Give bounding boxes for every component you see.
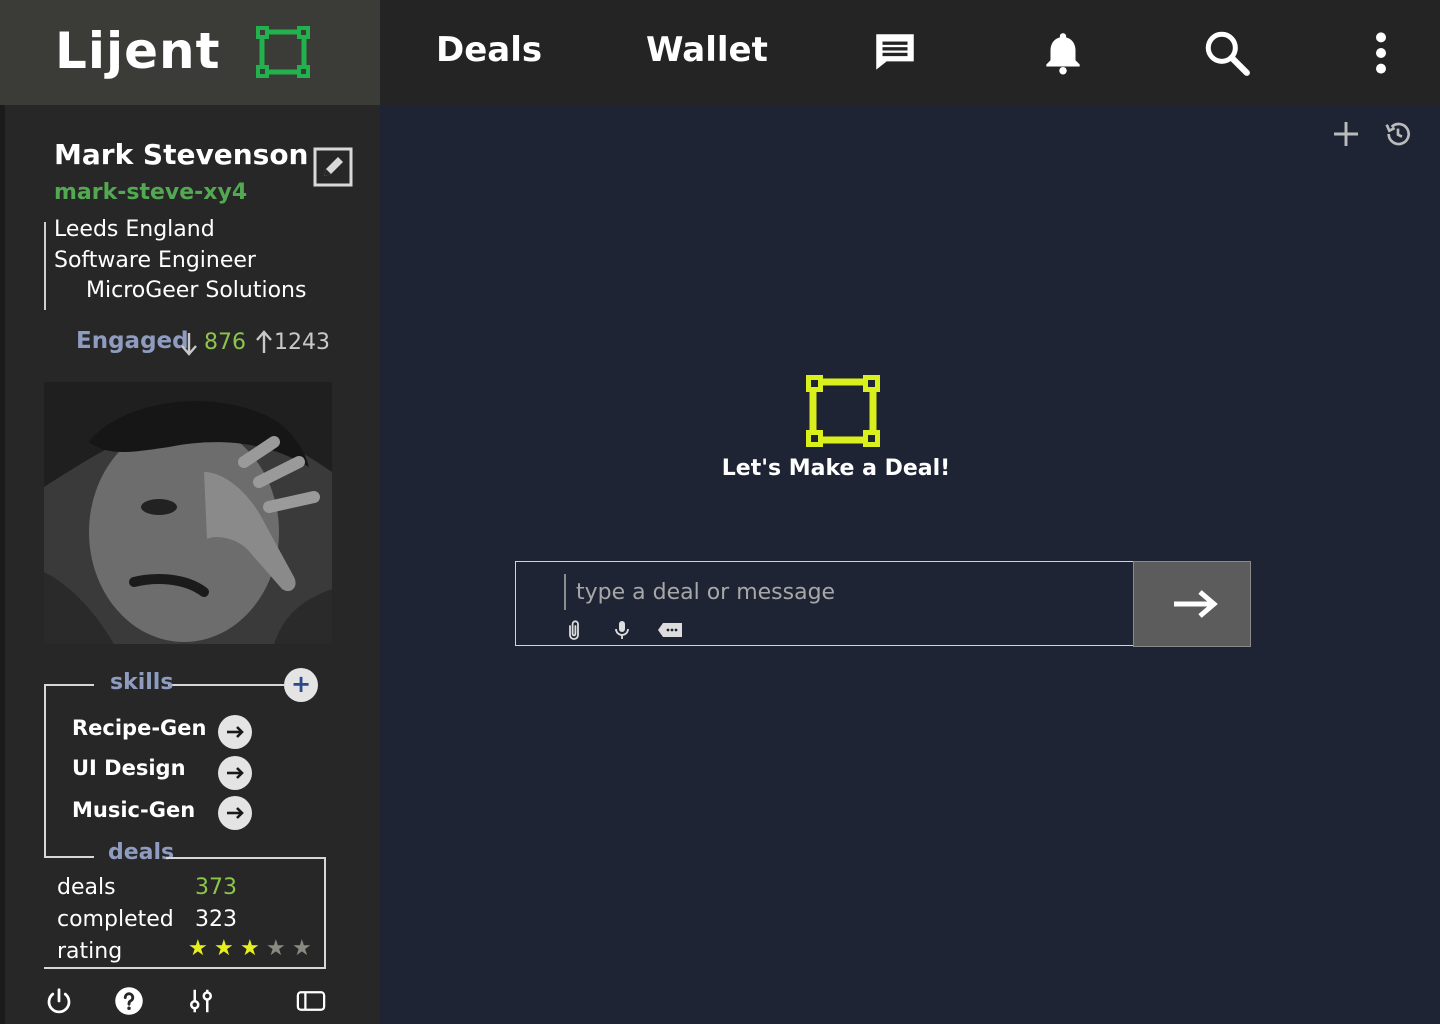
bell-icon[interactable]	[1038, 28, 1088, 78]
arrow-down-icon	[180, 331, 198, 357]
engaged-in-count: 876	[204, 330, 246, 355]
deals-count-label: deals	[57, 875, 116, 900]
power-icon[interactable]	[44, 986, 74, 1016]
rating-star: ★	[266, 936, 286, 961]
history-icon[interactable]	[1382, 118, 1414, 150]
profile-title: Software Engineer	[54, 248, 256, 273]
skills-box-top-right	[168, 684, 284, 686]
skills-box-top-left	[44, 684, 94, 686]
arrow-up-icon	[255, 329, 273, 355]
more-vertical-icon[interactable]	[1356, 28, 1406, 78]
deal-frame-icon	[806, 375, 880, 447]
chat-icon[interactable]	[870, 28, 920, 78]
skills-box-bottom	[44, 856, 94, 858]
skill-item[interactable]: Recipe-Gen	[72, 716, 206, 740]
skill-item[interactable]: Music-Gen	[72, 798, 195, 822]
skill-item[interactable]: UI Design	[72, 756, 186, 780]
rating-star: ★	[214, 936, 234, 961]
microphone-icon[interactable]	[610, 618, 634, 642]
app-logo[interactable]: Lijent	[55, 22, 221, 80]
deals-label: deals	[108, 840, 175, 865]
settings-sliders-icon[interactable]	[186, 986, 216, 1016]
skill-go-button[interactable]	[218, 796, 252, 830]
rating-star: ★	[188, 936, 208, 961]
deals-box-right	[324, 857, 326, 969]
add-icon[interactable]	[1330, 118, 1362, 150]
deals-box-bottom	[44, 967, 326, 969]
engaged-out-count: 1243	[274, 330, 330, 355]
deals-count-value: 373	[195, 875, 237, 900]
deals-rating-label: rating	[57, 939, 123, 964]
deals-completed-label: completed	[57, 907, 174, 932]
rating-star: ★	[292, 936, 312, 961]
tagline: Let's Make a Deal!	[721, 456, 951, 481]
deals-completed-value: 323	[195, 907, 237, 932]
info-divider	[44, 222, 46, 310]
profile-company: MicroGeer Solutions	[86, 278, 307, 303]
brand-area: Lijent	[0, 0, 380, 105]
sidebar-toggle-icon[interactable]	[296, 986, 326, 1016]
skills-label: skills	[110, 670, 174, 695]
deal-frame-icon[interactable]	[256, 26, 310, 78]
help-icon[interactable]	[114, 986, 144, 1016]
deals-box-top	[166, 857, 326, 859]
attach-icon[interactable]	[562, 618, 586, 642]
send-button[interactable]	[1133, 561, 1251, 647]
add-skill-button[interactable]: +	[284, 668, 318, 702]
edit-profile-icon[interactable]	[313, 147, 353, 187]
skill-go-button[interactable]	[218, 756, 252, 790]
profile-name: Mark Stevenson	[54, 138, 309, 171]
top-bar: Lijent Deals Wallet	[0, 0, 1440, 105]
nav-deals[interactable]: Deals	[436, 30, 542, 70]
deal-message-input[interactable]	[564, 574, 1118, 610]
nav-wallet[interactable]: Wallet	[646, 30, 768, 70]
keyboard-icon[interactable]	[656, 618, 684, 642]
profile-handle[interactable]: mark-steve-xy4	[54, 180, 247, 205]
profile-location: Leeds England	[54, 217, 215, 242]
skill-go-button[interactable]	[218, 715, 252, 749]
skills-box-left	[44, 684, 46, 858]
profile-photo[interactable]	[44, 382, 332, 644]
search-icon[interactable]	[1202, 28, 1252, 78]
rating-star: ★	[240, 936, 260, 961]
engaged-label[interactable]: Engaged	[76, 328, 189, 354]
message-composer	[515, 561, 1135, 646]
